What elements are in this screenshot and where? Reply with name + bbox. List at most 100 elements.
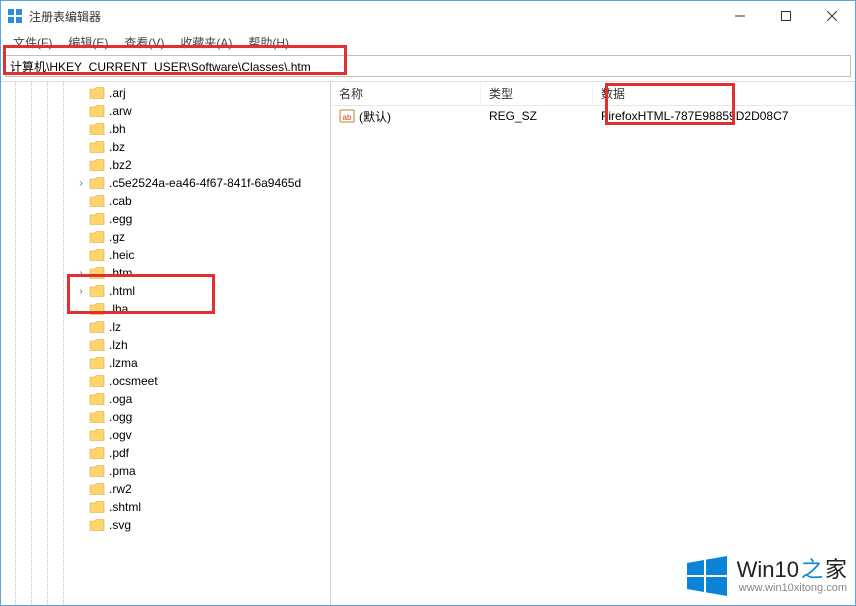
tree-item-label: .egg (109, 212, 132, 226)
tree-item-label: .arj (109, 86, 126, 100)
tree-item[interactable]: › .html (1, 282, 330, 300)
tree-item-label: .lha (109, 302, 128, 316)
tree-item[interactable]: .shtml (1, 498, 330, 516)
folder-icon (89, 104, 105, 118)
tree-item[interactable]: .svg (1, 516, 330, 534)
tree-item[interactable]: .ocsmeet (1, 372, 330, 390)
menu-favorites[interactable]: 收藏夹(A) (174, 32, 238, 53)
tree-item-label: .svg (109, 518, 131, 532)
tree-item-label: .shtml (109, 500, 141, 514)
tree-item[interactable]: .lz (1, 318, 330, 336)
address-input[interactable] (10, 59, 846, 73)
menu-help[interactable]: 帮助(H) (242, 32, 295, 53)
tree-item[interactable]: .lzh (1, 336, 330, 354)
tree-item[interactable]: › .htm (1, 264, 330, 282)
folder-icon (89, 410, 105, 424)
tree-item[interactable]: .oga (1, 390, 330, 408)
tree-item-label: .html (109, 284, 135, 298)
tree-item[interactable]: .lzma (1, 354, 330, 372)
column-type[interactable]: 类型 (481, 82, 593, 105)
chevron-right-icon[interactable]: › (75, 286, 87, 297)
tree-item-label: .bz2 (109, 158, 132, 172)
column-name[interactable]: 名称 (331, 82, 481, 105)
folder-icon (89, 482, 105, 496)
tree-item-label: .lzma (109, 356, 138, 370)
tree-item-label: .bz (109, 140, 125, 154)
folder-icon (89, 176, 105, 190)
maximize-button[interactable] (763, 1, 809, 31)
folder-icon (89, 446, 105, 460)
watermark-text: Win10 之 家 www.win10xitong.com (737, 558, 847, 594)
folder-icon (89, 320, 105, 334)
close-button[interactable] (809, 1, 855, 31)
tree-item[interactable]: ›.c5e2524a-ea46-4f67-841f-6a9465d (1, 174, 330, 192)
tree-item[interactable]: .pma (1, 462, 330, 480)
tree-item[interactable]: .arw (1, 102, 330, 120)
tree-pane[interactable]: .arj .arw .bh .bz .bz2 ›.c5e2524a-ea46-4f67-8… (1, 82, 331, 605)
folder-icon (89, 248, 105, 262)
tree-item-label: .heic (109, 248, 134, 262)
watermark-brand-b: 之 (801, 558, 823, 582)
chevron-right-icon[interactable]: › (75, 178, 87, 189)
folder-icon (89, 518, 105, 532)
folder-icon (89, 338, 105, 352)
watermark-brand-a: Win10 (737, 558, 799, 582)
tree-item[interactable]: .arj (1, 84, 330, 102)
menu-view[interactable]: 查看(V) (118, 32, 170, 53)
tree-item[interactable]: .bz (1, 138, 330, 156)
watermark-brand-c: 家 (825, 558, 847, 582)
tree-item-label: .pdf (109, 446, 129, 460)
tree-item[interactable]: .ogv (1, 426, 330, 444)
folder-icon (89, 230, 105, 244)
tree-item-label: .arw (109, 104, 132, 118)
folder-icon (89, 140, 105, 154)
folder-icon (89, 428, 105, 442)
window-title: 注册表编辑器 (29, 8, 101, 25)
list-header: 名称 类型 数据 (331, 82, 855, 106)
tree-item[interactable]: .rw2 (1, 480, 330, 498)
list-pane[interactable]: 名称 类型 数据 ab (默认) REG_SZ FirefoxHTML-787E… (331, 82, 855, 605)
app-icon (7, 8, 23, 24)
folder-icon (89, 212, 105, 226)
value-type: REG_SZ (481, 109, 593, 123)
menu-file[interactable]: 文件(F) (7, 32, 58, 53)
menu-edit[interactable]: 编辑(E) (62, 32, 114, 53)
tree-item-label: .ogv (109, 428, 132, 442)
tree-item-label: .gz (109, 230, 125, 244)
tree-item-label: .bh (109, 122, 126, 136)
main-area: .arj .arw .bh .bz .bz2 ›.c5e2524a-ea46-4f67-8… (1, 81, 855, 605)
menu-bar: 文件(F) 编辑(E) 查看(V) 收藏夹(A) 帮助(H) (1, 31, 855, 53)
svg-text:ab: ab (343, 113, 352, 122)
tree-item[interactable]: .heic (1, 246, 330, 264)
value-data: FirefoxHTML-787E98859D2D08C7 (593, 109, 855, 123)
value-name: (默认) (359, 108, 391, 125)
watermark-url: www.win10xitong.com (737, 582, 847, 594)
tree-item[interactable]: .bh (1, 120, 330, 138)
registry-tree[interactable]: .arj .arw .bh .bz .bz2 ›.c5e2524a-ea46-4f67-8… (1, 82, 330, 536)
tree-item[interactable]: .egg (1, 210, 330, 228)
tree-item-label: .cab (109, 194, 132, 208)
watermark: Win10 之 家 www.win10xitong.com (683, 553, 847, 599)
window-controls (717, 1, 855, 31)
title-bar: 注册表编辑器 (1, 1, 855, 31)
minimize-button[interactable] (717, 1, 763, 31)
string-value-icon: ab (339, 108, 355, 124)
folder-icon (89, 266, 105, 280)
tree-item[interactable]: .ogg (1, 408, 330, 426)
tree-item[interactable]: .bz2 (1, 156, 330, 174)
tree-item-label: .htm (109, 266, 132, 280)
tree-item[interactable]: .gz (1, 228, 330, 246)
folder-icon (89, 374, 105, 388)
column-data[interactable]: 数据 (593, 82, 855, 105)
address-bar[interactable] (5, 55, 851, 77)
value-name-cell: ab (默认) (331, 108, 481, 125)
tree-item[interactable]: .cab (1, 192, 330, 210)
list-row[interactable]: ab (默认) REG_SZ FirefoxHTML-787E98859D2D0… (331, 106, 855, 126)
tree-item-label: .pma (109, 464, 136, 478)
tree-item[interactable]: .pdf (1, 444, 330, 462)
tree-item[interactable]: .lha (1, 300, 330, 318)
folder-icon (89, 464, 105, 478)
folder-icon (89, 122, 105, 136)
chevron-right-icon[interactable]: › (75, 268, 87, 279)
folder-icon (89, 158, 105, 172)
